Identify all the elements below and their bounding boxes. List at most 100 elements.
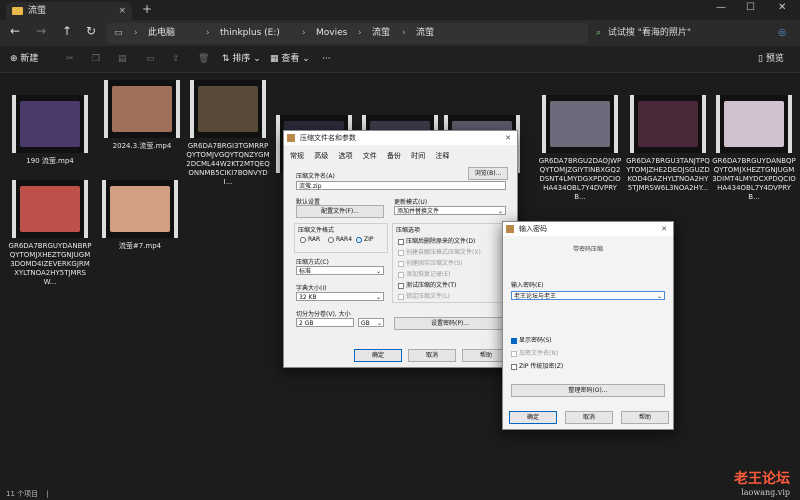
video-thumbnail — [190, 80, 266, 138]
paste-icon[interactable]: ▤ — [118, 46, 127, 72]
archive-dialog-titlebar[interactable]: 压缩文件名和参数 ✕ — [284, 131, 517, 145]
password-cancel-button[interactable]: 取消 — [565, 411, 613, 424]
new-tab-button[interactable]: + — [142, 2, 152, 16]
method-label: 压缩方式(C) — [296, 259, 329, 266]
tab-advanced[interactable]: 高级 — [314, 152, 328, 160]
winrar-icon — [506, 225, 514, 233]
breadcrumb-current[interactable]: 流萤 — [416, 23, 434, 43]
tab-label: 流萤 — [28, 6, 47, 16]
video-thumbnail — [104, 80, 180, 138]
tab-time[interactable]: 时间 — [411, 152, 425, 160]
create-solid-checkbox: 创建固实压缩文件(S) — [398, 258, 463, 267]
split-size-input[interactable]: 2 GB — [296, 318, 354, 327]
tab-general[interactable]: 常规 — [290, 152, 304, 160]
monitor-icon: ▭ — [114, 28, 123, 38]
profiles-button[interactable]: 配置文件(F)... — [296, 205, 384, 218]
update-mode-select[interactable]: 添加并替换文件 ⌄ — [394, 206, 506, 215]
file-item[interactable]: GR6DA7BRGUYDANBRPQYTOMJXHEZTGNJUGM3DOMD4… — [8, 180, 92, 287]
encrypt-filenames-checkbox: 加密文件名(N) — [511, 348, 558, 357]
dictionary-select[interactable]: 32 KB ⌄ — [296, 292, 384, 301]
share-icon[interactable]: ⇪ — [172, 46, 180, 72]
window-close-button[interactable]: ✕ — [778, 2, 786, 13]
video-thumbnail — [630, 95, 706, 153]
show-password-checkbox[interactable]: 显示密码(S) — [511, 335, 552, 344]
back-arrow-icon[interactable]: ← — [6, 24, 24, 38]
minimize-button[interactable]: — — [716, 2, 726, 13]
password-dialog-subtitle: 带密码压缩 — [572, 246, 603, 253]
set-password-button[interactable]: 设置密码(P)... — [394, 317, 506, 330]
forward-arrow-icon[interactable]: → — [32, 24, 50, 38]
archive-ok-button[interactable]: 确定 — [354, 349, 402, 362]
add-recovery-record-checkbox: 添加恢复记录(E) — [398, 269, 450, 278]
split-label: 切分为分卷(V), 大小 — [296, 311, 351, 318]
tab-backup[interactable]: 备份 — [387, 152, 401, 160]
cut-icon[interactable]: ✂ — [66, 46, 74, 72]
tab-current[interactable]: 流萤 × — [6, 2, 132, 20]
file-item[interactable]: 流萤#7.mp4 — [98, 180, 182, 251]
dictionary-label: 字典大小(I) — [296, 285, 327, 292]
breadcrumb-folder[interactable]: 流萤 — [372, 23, 390, 43]
test-archived-files-checkbox[interactable]: 测试压缩的文件(T) — [398, 280, 456, 289]
file-item[interactable]: GR6DA7BRGUYDANBQPQYTOMJXHEZTGNJUGM3DIMT4… — [712, 95, 796, 202]
organize-passwords-button[interactable]: 整理密码(O)... — [511, 384, 665, 397]
password-dialog-titlebar[interactable]: 输入密码 ✕ — [503, 222, 673, 236]
file-item[interactable]: GR6DA7BRGU3TANJTPQYTOMJZHE2DEOJSGUZDKOD4… — [626, 95, 710, 193]
tab-comment[interactable]: 注释 — [435, 152, 449, 160]
delete-icon[interactable]: 🗑 — [198, 46, 209, 72]
file-name: GR6DA7BRGU2DAOJWPQYTOMJZGIYTINBXGQ2DSNT4… — [538, 157, 622, 201]
password-help-button[interactable]: 帮助 — [621, 411, 669, 424]
copilot-icon[interactable]: ◎ — [778, 23, 786, 43]
password-dialog: 输入密码 ✕ 带密码压缩 输入密码(E) 老王论坛与老王 ⌄ 显示密码(S) 加密… — [502, 221, 674, 430]
refresh-icon[interactable]: ↻ — [82, 24, 100, 38]
delete-after-archiving-checkbox[interactable]: 压缩后删除原来的文件(D) — [398, 236, 475, 245]
file-item[interactable]: GR6DA7BRGI3TGMRRPQYTOMJVGQYTQNZYGM2DCML4… — [186, 80, 270, 187]
new-button[interactable]: ⊕ 新建 — [10, 46, 38, 72]
format-rar4-radio[interactable]: RAR4 — [328, 236, 352, 243]
breadcrumb-movies[interactable]: Movies — [316, 23, 347, 43]
thumbnail-image — [724, 101, 784, 147]
password-dialog-close-icon[interactable]: ✕ — [661, 222, 667, 236]
rename-icon[interactable]: ▭ — [146, 46, 155, 72]
breadcrumb-this-pc[interactable]: 此电脑 — [148, 23, 175, 43]
sort-icon: ⇅ — [222, 54, 233, 64]
search-box[interactable]: ⌕ 试试搜 "看海的照片" ◎ — [596, 23, 790, 43]
view-icon: ▦ — [270, 54, 282, 64]
browse-button[interactable]: 浏览(B)... — [468, 167, 508, 180]
file-item[interactable]: GR6DA7BRGU2DAOJWPQYTOMJZGIYTINBXGQ2DSNT4… — [538, 95, 622, 202]
tab-close-icon[interactable]: × — [118, 2, 126, 20]
zip-legacy-encryption-checkbox[interactable]: ZIP 传统加密(Z) — [511, 361, 563, 370]
watermark-url: laowang.vip — [741, 488, 790, 497]
view-button[interactable]: ▦ 查看 ⌄ — [270, 46, 310, 72]
thumbnail-image — [198, 86, 258, 132]
video-thumbnail — [542, 95, 618, 153]
archive-name-input[interactable]: 流萤.zip — [296, 181, 506, 190]
address-bar[interactable]: ▭ › 此电脑 › thinkplus (E:) › Movies › 流萤 ›… — [106, 23, 588, 43]
tab-bar: 流萤 × + — ☐ ✕ — [0, 0, 800, 20]
tab-files[interactable]: 文件 — [363, 152, 377, 160]
split-unit-select[interactable]: GB ⌄ — [358, 318, 384, 327]
method-select[interactable]: 标准 ⌄ — [296, 266, 384, 275]
thumbnail-image — [20, 101, 80, 147]
video-thumbnail — [716, 95, 792, 153]
tab-options[interactable]: 选项 — [338, 152, 352, 160]
file-item[interactable]: 190 流萤.mp4 — [8, 95, 92, 166]
password-ok-button[interactable]: 确定 — [509, 411, 557, 424]
copy-icon[interactable]: ❐ — [92, 46, 100, 72]
format-rar-radio[interactable]: RAR — [300, 236, 320, 243]
breadcrumb-drive[interactable]: thinkplus (E:) — [220, 23, 280, 43]
password-input[interactable]: 老王论坛与老王 ⌄ — [511, 291, 665, 300]
maximize-button[interactable]: ☐ — [746, 2, 755, 13]
archive-cancel-button[interactable]: 取消 — [408, 349, 456, 362]
enter-password-label: 输入密码(E) — [511, 282, 544, 289]
up-arrow-icon[interactable]: ↑ — [58, 24, 76, 38]
watermark: 老王论坛 laowang.vip — [734, 468, 790, 497]
file-item[interactable]: 2024.3.流萤.mp4 — [100, 80, 184, 151]
search-placeholder: 试试搜 "看海的照片" — [607, 28, 692, 38]
preview-button[interactable]: ▯ 预览 — [758, 46, 784, 72]
sort-button[interactable]: ⇅ 排序 ⌄ — [222, 46, 261, 72]
format-zip-radio[interactable]: ZIP — [356, 236, 374, 243]
item-count: 11 个项目 — [6, 490, 39, 498]
file-name: 流萤#7.mp4 — [118, 242, 162, 250]
archive-dialog-close-icon[interactable]: ✕ — [505, 131, 511, 145]
more-options-button[interactable]: ··· — [322, 46, 331, 72]
